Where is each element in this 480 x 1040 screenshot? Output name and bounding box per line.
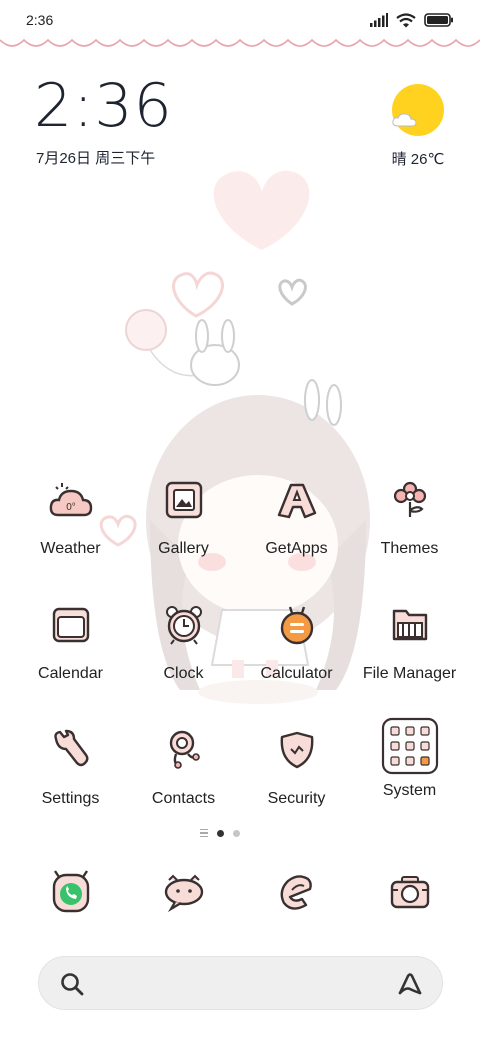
app-label: Calendar [38,665,103,682]
app-label: Clock [163,665,204,682]
app-label: Security [267,790,326,807]
app-weather[interactable]: 0° Weather [14,474,127,584]
page-indicator-menu-icon [200,829,208,837]
file-manager-icon [384,599,436,651]
dock-camera[interactable] [384,866,436,918]
weather-icon: 0° [45,474,97,526]
app-file-manager[interactable]: File Manager [353,599,466,709]
browser-icon [280,875,312,910]
search-bar[interactable] [38,956,443,1010]
status-bar: 2:36 [0,0,480,40]
dock-phone[interactable] [45,866,97,918]
status-time: 2:36 [26,12,54,28]
phone-icon [52,870,90,913]
weather-widget[interactable]: 晴 26℃ [386,82,450,172]
app-getapps[interactable]: GetApps [240,474,353,584]
contacts-icon [158,724,210,776]
system-folder-icon [380,716,440,776]
gallery-icon [158,474,210,526]
app-calculator[interactable]: Calculator [240,599,353,709]
signal-icon [370,13,388,27]
calculator-icon [271,599,323,651]
app-settings[interactable]: Settings [14,724,127,834]
messages-icon [164,874,204,912]
app-label: Themes [380,540,439,557]
app-label: Calculator [260,665,333,682]
app-label: GetApps [265,540,328,557]
app-label: Weather [40,540,101,557]
app-contacts[interactable]: Contacts [127,724,240,834]
app-label: System [382,782,437,799]
app-gallery[interactable]: Gallery [127,474,240,584]
weather-text: 晴 26℃ [391,151,445,168]
clock-icon [158,599,210,651]
scallop-border [0,38,480,47]
search-icon[interactable] [59,971,85,997]
battery-icon [424,13,453,27]
camera-icon [390,876,430,909]
clock-widget-time[interactable]: 2:36 [34,76,173,136]
themes-icon [384,474,436,526]
wifi-icon [396,12,416,27]
clock-widget-date[interactable]: 7月26日 周三下午 [36,147,155,168]
dock-browser[interactable] [271,866,323,918]
calendar-icon [45,599,97,651]
page-dot [233,829,240,837]
security-icon [271,724,323,776]
getapps-icon [271,474,323,526]
app-themes[interactable]: Themes [353,474,466,584]
svg-text:0°: 0° [66,502,76,513]
dock-messages[interactable] [158,866,210,918]
app-calendar[interactable]: Calendar [14,599,127,709]
page-dot-active [217,829,224,837]
cloud-icon [392,113,417,127]
app-label: Gallery [158,540,209,557]
app-clock[interactable]: Clock [127,599,240,709]
page-indicator[interactable] [200,829,240,837]
app-label: Contacts [151,790,216,807]
status-icons [370,12,454,28]
app-label: File Manager [362,665,457,682]
assistant-icon[interactable] [396,970,424,998]
app-security[interactable]: Security [240,724,353,834]
settings-icon [45,724,97,776]
sunny-cloud-icon [392,84,444,136]
app-label: Settings [41,790,100,807]
app-system-folder[interactable]: System [353,716,466,826]
